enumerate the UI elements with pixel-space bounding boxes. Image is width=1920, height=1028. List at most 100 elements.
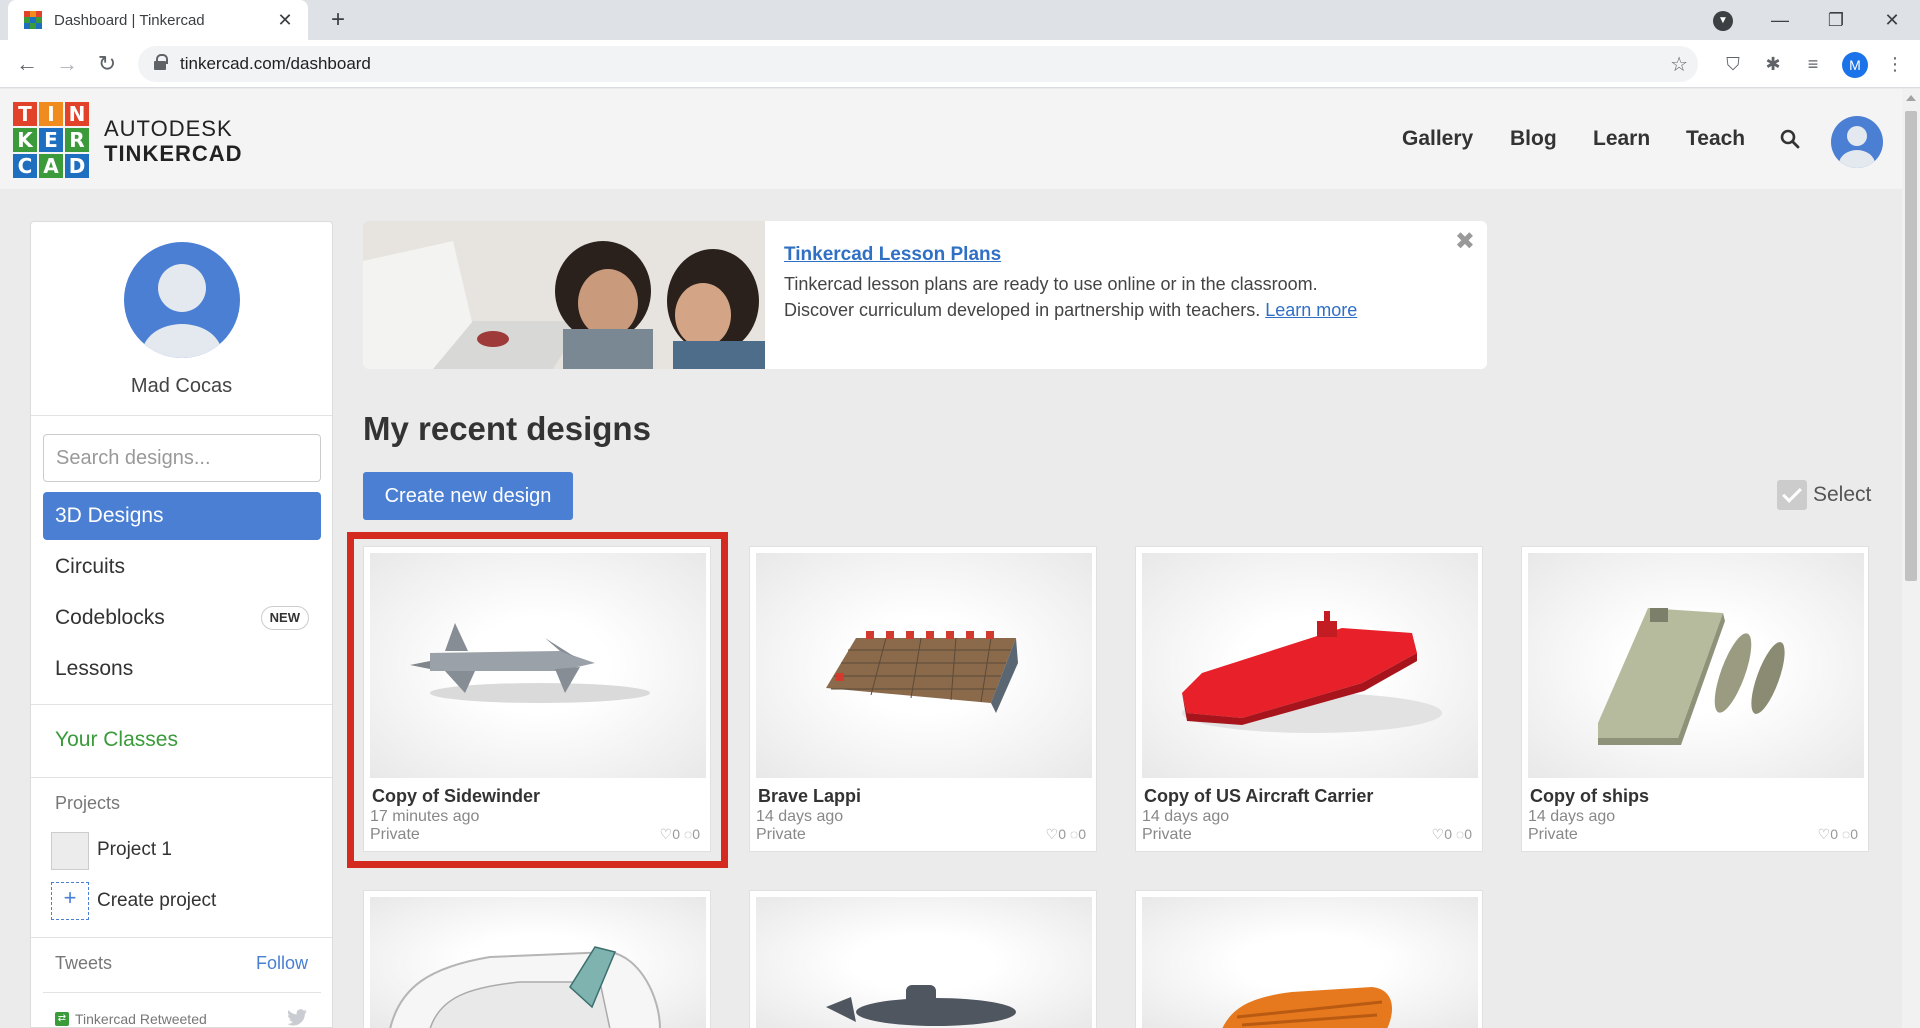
- sidebar-item-label: 3D Designs: [55, 504, 164, 527]
- create-new-design-button[interactable]: Create new design: [363, 472, 573, 520]
- reload-icon[interactable]: ↻: [92, 49, 122, 79]
- recent-designs-heading: My recent designs: [363, 410, 651, 447]
- scroll-thumb[interactable]: [1905, 111, 1917, 581]
- design-stats: ♡0 ◌0: [1431, 826, 1472, 842]
- sidebar: Mad Cocas 3D Designs Circuits Codeblocks…: [30, 221, 333, 1028]
- design-privacy: Private: [756, 826, 806, 843]
- divider: [31, 937, 332, 938]
- design-timestamp: 14 days ago: [1528, 808, 1616, 825]
- retweet-notice: ⇄ Tinkercad Retweeted: [55, 1011, 207, 1027]
- new-badge: NEW: [260, 606, 309, 630]
- browser-profile-avatar[interactable]: M: [1842, 52, 1868, 78]
- design-card[interactable]: [749, 890, 1097, 1028]
- divider: [43, 992, 321, 993]
- projects-heading: Projects: [55, 793, 121, 813]
- banner-body: Tinkercad lesson plans are ready to use …: [784, 271, 1364, 323]
- design-card[interactable]: Copy of ships 14 days ago Private ♡0 ◌0: [1521, 546, 1869, 852]
- design-card[interactable]: Copy of US Aircraft Carrier 14 days ago …: [1135, 546, 1483, 852]
- logo-letter: T: [13, 102, 37, 126]
- sidebar-item-codeblocks[interactable]: Codeblocks NEW: [43, 594, 321, 642]
- design-thumbnail[interactable]: [370, 553, 706, 778]
- site-header: TIN KER CAD AUTODESK TINKERCAD Gallery Blo…: [0, 89, 1902, 189]
- extensions-puzzle-icon[interactable]: ✱: [1761, 52, 1785, 76]
- page-scrollbar[interactable]: [1902, 89, 1920, 1028]
- search-icon[interactable]: [1780, 129, 1800, 149]
- banner-title-link[interactable]: Tinkercad Lesson Plans: [784, 244, 1001, 266]
- design-card[interactable]: Brave Lappi 14 days ago Private ♡0 ◌0: [749, 546, 1097, 852]
- design-privacy: Private: [1142, 826, 1192, 843]
- design-title: Brave Lappi: [758, 786, 862, 806]
- forward-icon[interactable]: →: [52, 49, 82, 79]
- logo-letter: N: [65, 102, 89, 126]
- design-card[interactable]: [363, 890, 711, 1028]
- banner-close-icon[interactable]: ✖: [1455, 227, 1475, 256]
- nav-learn[interactable]: Learn: [1593, 127, 1650, 151]
- select-label[interactable]: Select: [1813, 483, 1871, 507]
- design-thumbnail[interactable]: [756, 897, 1092, 1028]
- twitter-icon[interactable]: [286, 1009, 308, 1027]
- media-control-icon[interactable]: ≡: [1801, 52, 1825, 76]
- tweets-heading: Tweets: [55, 953, 113, 973]
- address-bar[interactable]: tinkercad.com/dashboard ☆: [138, 46, 1698, 82]
- nav-teach[interactable]: Teach: [1686, 127, 1745, 151]
- design-thumbnail[interactable]: [1142, 897, 1478, 1028]
- design-thumbnail[interactable]: [1142, 553, 1478, 778]
- brand-wordmark[interactable]: AUTODESK TINKERCAD: [104, 117, 243, 167]
- logo-letter: A: [39, 154, 63, 178]
- extension-shield-icon[interactable]: ⛉: [1721, 52, 1745, 76]
- logo-letter: I: [39, 102, 63, 126]
- sidebar-user-avatar[interactable]: [124, 242, 240, 358]
- logo-letter: D: [65, 154, 89, 178]
- design-thumbnail[interactable]: [370, 897, 706, 1028]
- design-stats: ♡0 ◌0: [659, 826, 700, 842]
- bookmark-star-icon[interactable]: ☆: [1670, 52, 1688, 77]
- design-stats: ♡0 ◌0: [1817, 826, 1858, 842]
- learn-more-link[interactable]: Learn more: [1265, 300, 1357, 320]
- design-stats: ♡0 ◌0: [1045, 826, 1086, 842]
- project-thumbnail[interactable]: [51, 832, 89, 870]
- back-icon[interactable]: ←: [12, 49, 42, 79]
- minimize-icon[interactable]: —: [1752, 0, 1808, 40]
- browser-tab[interactable]: Dashboard | Tinkercad ✕: [8, 0, 308, 40]
- nav-gallery[interactable]: Gallery: [1402, 127, 1473, 151]
- your-classes-link[interactable]: Your Classes: [55, 728, 178, 752]
- retweet-text: Tinkercad Retweeted: [75, 1011, 207, 1027]
- create-project-icon[interactable]: +: [51, 882, 89, 920]
- browser-tab-strip: Dashboard | Tinkercad ✕ + ▼ — ❐ ✕: [0, 0, 1920, 40]
- sidebar-item-3d-designs[interactable]: 3D Designs: [43, 492, 321, 540]
- design-privacy: Private: [370, 826, 420, 843]
- design-card[interactable]: Copy of Sidewinder 17 minutes ago Privat…: [363, 546, 711, 852]
- design-card[interactable]: [1135, 890, 1483, 1028]
- new-tab-button[interactable]: +: [324, 6, 352, 34]
- tab-title: Dashboard | Tinkercad: [54, 11, 205, 29]
- logo-letter: R: [65, 128, 89, 152]
- design-title: Copy of ships: [1530, 786, 1650, 806]
- close-window-icon[interactable]: ✕: [1864, 0, 1920, 40]
- sidebar-item-circuits[interactable]: Circuits: [43, 543, 321, 591]
- select-checkbox[interactable]: [1777, 480, 1807, 510]
- lock-icon: [154, 54, 168, 70]
- tinkercad-logo[interactable]: TIN KER CAD: [13, 102, 89, 178]
- tab-search-icon[interactable]: ▼: [1713, 11, 1733, 31]
- nav-blog[interactable]: Blog: [1510, 127, 1557, 151]
- logo-letter: E: [39, 128, 63, 152]
- design-thumbnail[interactable]: [756, 553, 1092, 778]
- follow-link[interactable]: Follow: [256, 953, 308, 974]
- user-avatar[interactable]: [1831, 116, 1883, 168]
- search-designs-input[interactable]: [43, 434, 321, 482]
- banner-description: Tinkercad lesson plans are ready to use …: [784, 274, 1318, 320]
- tab-close-icon[interactable]: ✕: [274, 10, 296, 31]
- design-title: Copy of US Aircraft Carrier: [1144, 786, 1374, 806]
- browser-menu-icon[interactable]: ⋮: [1883, 52, 1907, 76]
- design-thumbnail[interactable]: [1528, 553, 1864, 778]
- sidebar-item-lessons[interactable]: Lessons: [43, 645, 321, 693]
- brand-tinkercad: TINKERCAD: [104, 141, 243, 166]
- browser-toolbar: ← → ↻ tinkercad.com/dashboard ☆ ⛉ ✱ ≡ M …: [0, 40, 1920, 88]
- logo-letter: K: [13, 128, 37, 152]
- restore-icon[interactable]: ❐: [1808, 0, 1864, 40]
- scroll-up-arrow-icon[interactable]: [1906, 95, 1916, 101]
- create-project-link[interactable]: Create project: [97, 890, 216, 912]
- sidebar-item-label: Codeblocks: [55, 606, 165, 629]
- project-item[interactable]: Project 1: [97, 839, 172, 861]
- design-timestamp: 17 minutes ago: [370, 808, 480, 825]
